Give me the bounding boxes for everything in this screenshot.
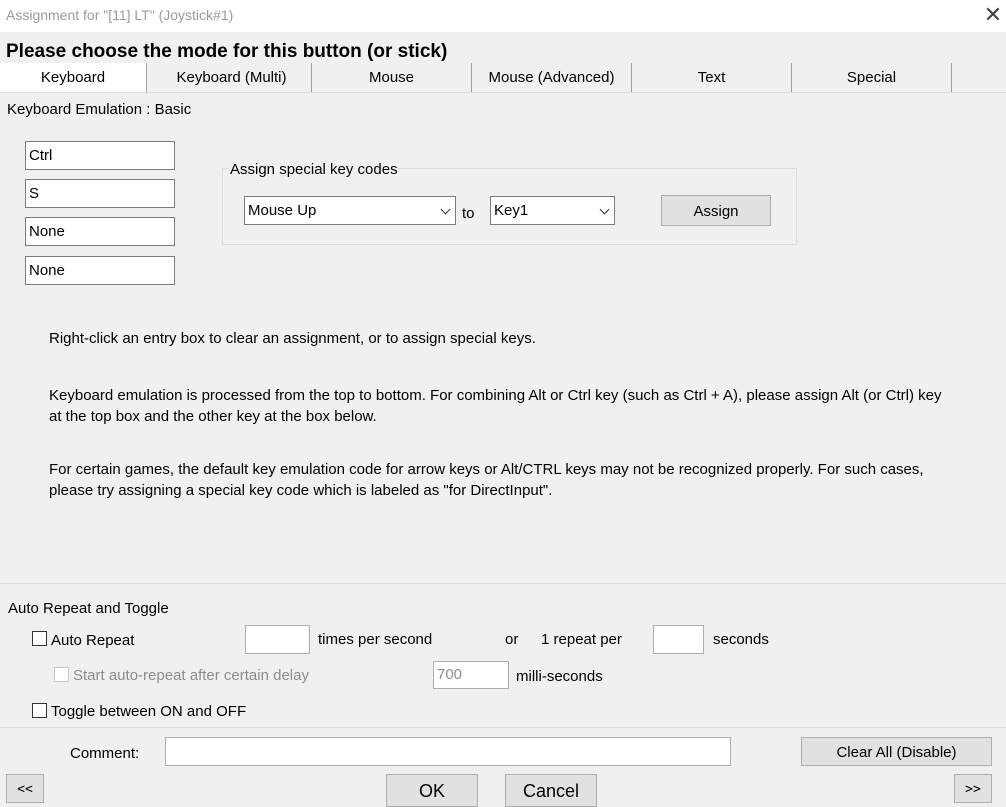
delay-ms-input[interactable]: 700: [433, 661, 509, 689]
auto-repeat-checkbox[interactable]: [32, 631, 47, 646]
key-entry-1[interactable]: Ctrl: [25, 141, 175, 170]
source-key-value: Mouse Up: [248, 202, 317, 219]
tab-mouse[interactable]: Mouse: [312, 63, 472, 93]
toggle-checkbox[interactable]: [32, 703, 47, 718]
close-icon[interactable]: ✕: [981, 3, 1005, 27]
ok-button[interactable]: OK: [386, 774, 478, 807]
seconds-label: seconds: [713, 631, 769, 648]
help-text-2: Keyboard emulation is processed from the…: [49, 387, 942, 425]
repeat-per-label: 1 repeat per: [541, 631, 622, 648]
delay-label: Start auto-repeat after certain delay: [73, 667, 309, 684]
delay-checkbox[interactable]: [54, 667, 69, 682]
comment-label: Comment:: [70, 745, 140, 762]
tab-mouse-advanced[interactable]: Mouse (Advanced): [472, 63, 632, 93]
auto-repeat-label: Auto Repeat: [51, 632, 135, 649]
chevron-down-icon: [440, 204, 451, 215]
times-per-second-input[interactable]: [245, 625, 310, 654]
page-title: Please choose the mode for this button (…: [6, 41, 448, 62]
times-per-second-label: times per second: [318, 631, 433, 648]
footer-divider: [0, 727, 1006, 728]
window-title: Assignment for "[11] LT" (Joystick#1): [6, 7, 234, 23]
tab-divider: [0, 92, 1006, 93]
mode-tabs: Keyboard Keyboard (Multi) Mouse Mouse (A…: [0, 63, 1006, 93]
special-keys-group-title: Assign special key codes: [230, 161, 398, 178]
target-key-value: Key1: [494, 202, 529, 219]
assign-button[interactable]: Assign: [661, 195, 771, 226]
section-divider: [0, 583, 1006, 584]
key-entry-3[interactable]: None: [25, 217, 175, 246]
tab-special[interactable]: Special: [792, 63, 952, 93]
target-key-select[interactable]: Key1: [490, 196, 615, 225]
help-text-3: For certain games, the default key emula…: [49, 461, 924, 499]
chevron-down-icon: [599, 204, 610, 215]
key-entry-2[interactable]: S: [25, 179, 175, 208]
key-entry-4[interactable]: None: [25, 256, 175, 285]
tab-keyboard-multi[interactable]: Keyboard (Multi): [152, 63, 312, 93]
source-key-select[interactable]: Mouse Up: [244, 196, 456, 225]
emulation-mode-label: Keyboard Emulation : Basic: [7, 101, 192, 118]
to-label: to: [462, 205, 475, 222]
clear-all-button[interactable]: Clear All (Disable): [801, 737, 992, 766]
tab-keyboard[interactable]: Keyboard: [0, 63, 147, 93]
auto-repeat-section-title: Auto Repeat and Toggle: [8, 600, 169, 617]
comment-input[interactable]: [165, 737, 731, 766]
or-label: or: [505, 631, 519, 648]
delay-unit-label: milli-seconds: [516, 668, 603, 685]
next-button[interactable]: >>: [954, 774, 992, 803]
seconds-input[interactable]: [653, 625, 704, 654]
toggle-label: Toggle between ON and OFF: [51, 703, 247, 720]
cancel-button[interactable]: Cancel: [505, 774, 597, 807]
previous-button[interactable]: <<: [6, 774, 44, 803]
tab-text[interactable]: Text: [632, 63, 792, 93]
help-text-1: Right-click an entry box to clear an ass…: [49, 330, 536, 347]
